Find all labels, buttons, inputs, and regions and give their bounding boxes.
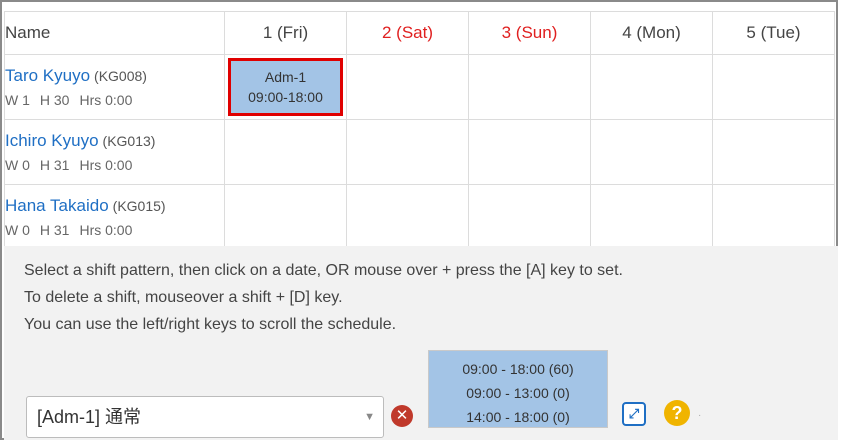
- schedule-cell[interactable]: [468, 184, 591, 250]
- employee-info: Taro Kyuyo (KG008) W 1 H 30 Hrs 0:00: [4, 54, 225, 120]
- expand-icon[interactable]: ⤢: [622, 402, 646, 426]
- instruction-line-3: You can use the left/right keys to scrol…: [24, 316, 397, 333]
- chevron-down-icon: ▼: [364, 411, 375, 423]
- hours: Hrs 0:00: [79, 222, 133, 238]
- schedule-cell[interactable]: [224, 184, 347, 250]
- x-circle-icon[interactable]: ✕: [391, 405, 413, 427]
- schedule-cell[interactable]: [712, 119, 835, 185]
- employee-row: Hana Takaido (KG015) W 0 H 31 Hrs 0:00: [4, 184, 835, 250]
- time-option[interactable]: 09:00 - 13:00 (0): [429, 381, 607, 405]
- schedule-cell[interactable]: [590, 184, 713, 250]
- time-option[interactable]: 09:00 - 18:00 (60): [429, 357, 607, 381]
- day-header-4: 4 (Mon): [590, 11, 713, 55]
- shift-pattern-value: [Adm-1] 通常: [37, 407, 142, 427]
- employee-info: Hana Takaido (KG015) W 0 H 31 Hrs 0:00: [4, 184, 225, 250]
- schedule-cell[interactable]: [468, 119, 591, 185]
- schedule-cell[interactable]: [590, 54, 713, 120]
- name-column-header: Name: [4, 11, 225, 55]
- day-header-3: 3 (Sun): [468, 11, 591, 55]
- instruction-line-2: To delete a shift, mouseover a shift + […: [24, 289, 343, 306]
- hours: Hrs 0:00: [79, 157, 133, 173]
- shift-time: 09:00-18:00: [248, 89, 323, 105]
- schedule-cell[interactable]: [712, 54, 835, 120]
- schedule-cell[interactable]: [346, 119, 469, 185]
- employee-name-link[interactable]: Hana Takaido: [5, 196, 109, 215]
- schedule-cell[interactable]: [346, 54, 469, 120]
- employee-row: Taro Kyuyo (KG008) W 1 H 30 Hrs 0:00 Adm-1 …: [4, 54, 835, 120]
- day-header-2: 2 (Sat): [346, 11, 469, 55]
- schedule-cell[interactable]: [712, 184, 835, 250]
- schedule-cell[interactable]: [468, 54, 591, 120]
- time-options-box[interactable]: 09:00 - 18:00 (60) 09:00 - 13:00 (0) 14:…: [428, 350, 608, 428]
- schedule-frame: Name 1 (Fri) 2 (Sat) 3 (Sun) 4 (Mon) 5 (…: [0, 0, 838, 440]
- day-header-1: 1 (Fri): [224, 11, 347, 55]
- shift-pattern-select[interactable]: [Adm-1] 通常 ▼: [26, 396, 384, 438]
- shift-code: Adm-1: [264, 69, 307, 85]
- question-icon[interactable]: ?: [664, 400, 690, 426]
- header-row: Name 1 (Fri) 2 (Sat) 3 (Sun) 4 (Mon) 5 (…: [4, 11, 835, 55]
- hours: Hrs 0:00: [79, 92, 133, 108]
- employee-info: Ichiro Kyuyo (KG013) W 0 H 31 Hrs 0:00: [4, 119, 225, 185]
- day-header-5: 5 (Tue): [712, 11, 835, 55]
- shift-block[interactable]: Adm-1 09:00-18:00: [228, 58, 343, 116]
- schedule-cell[interactable]: Adm-1 09:00-18:00: [224, 54, 347, 120]
- separator-dot: ·: [698, 410, 702, 421]
- work-days: W 1: [5, 92, 30, 108]
- work-days: W 0: [5, 222, 30, 238]
- employee-name-link[interactable]: Taro Kyuyo: [5, 66, 90, 85]
- time-option[interactable]: 14:00 - 18:00 (0): [429, 405, 607, 429]
- holidays: H 31: [39, 222, 70, 238]
- employee-code: (KG013): [102, 133, 156, 149]
- schedule-table: Name 1 (Fri) 2 (Sat) 3 (Sun) 4 (Mon) 5 (…: [4, 11, 835, 250]
- holidays: H 30: [39, 92, 70, 108]
- work-days: W 0: [5, 157, 30, 173]
- holidays: H 31: [39, 157, 70, 173]
- schedule-cell[interactable]: [590, 119, 713, 185]
- schedule-cell[interactable]: [346, 184, 469, 250]
- schedule-cell[interactable]: [224, 119, 347, 185]
- employee-code: (KG015): [112, 198, 166, 214]
- control-panel: Select a shift pattern, then click on a …: [4, 246, 838, 440]
- instruction-line-1: Select a shift pattern, then click on a …: [24, 262, 623, 279]
- employee-row: Ichiro Kyuyo (KG013) W 0 H 31 Hrs 0:00: [4, 119, 835, 185]
- employee-name-link[interactable]: Ichiro Kyuyo: [5, 131, 99, 150]
- employee-code: (KG008): [94, 68, 147, 84]
